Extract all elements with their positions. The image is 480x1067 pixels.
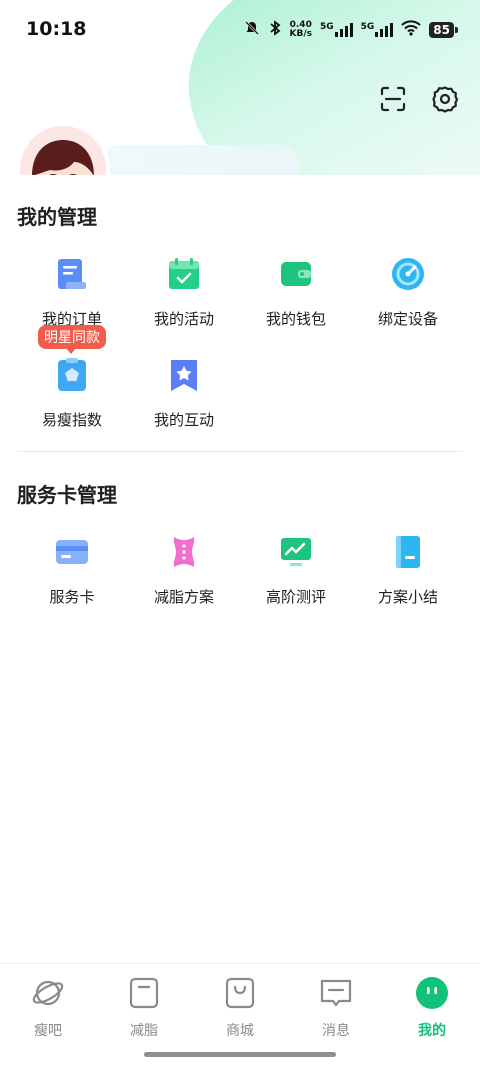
tab-label: 我的 <box>418 1023 446 1039</box>
grid-item-service-card[interactable]: 服务卡 <box>16 532 128 622</box>
home-indicator[interactable] <box>144 1052 336 1057</box>
tab-label: 消息 <box>322 1023 350 1039</box>
grid-item-label: 易瘦指数 <box>41 411 102 429</box>
grid-item-label: 绑定设备 <box>377 310 438 328</box>
status-time: 10:18 <box>26 18 87 40</box>
square-icon <box>127 976 161 1014</box>
wifi-icon <box>401 20 421 40</box>
grid-item-plan-summary[interactable]: 方案小结 <box>352 532 464 622</box>
signal-bars-icon <box>334 23 353 37</box>
section-divider <box>17 451 463 452</box>
grid-item-slim-index[interactable]: 易瘦指数 <box>16 355 128 445</box>
grid-item-label: 服务卡 <box>49 588 95 606</box>
device-bind-icon <box>388 254 428 294</box>
signal-2-label: 5G <box>360 22 375 32</box>
notebook-icon <box>388 532 428 572</box>
status-icons: 0.40 KB/s 5G 5G 85 <box>244 20 458 40</box>
signal-1-label: 5G <box>319 22 334 32</box>
grid-item-my-wallet[interactable]: 我的钱包 <box>240 254 352 344</box>
wallet-icon <box>276 254 316 294</box>
grid-item-label: 我的活动 <box>153 310 214 328</box>
grid-item-label: 减脂方案 <box>153 588 214 606</box>
face-icon <box>415 976 449 1014</box>
signal-1: 5G <box>320 23 353 37</box>
grid-item-my-activities[interactable]: 我的活动 <box>128 254 240 344</box>
tab-fat-loss[interactable]: 减脂 <box>96 976 192 1040</box>
tab-slim-bar[interactable]: 瘦吧 <box>0 976 96 1040</box>
tab-mine[interactable]: 我的 <box>384 976 480 1040</box>
content-sheet: 我的管理 我的订单 我的活动 我的钱包 绑定设备 明星同款 易瘦指数 我的互动 … <box>0 175 480 965</box>
order-icon <box>52 254 92 294</box>
tab-messages[interactable]: 消息 <box>288 976 384 1040</box>
star-bookmark-icon <box>164 355 204 395</box>
grid-item-fat-loss-plan[interactable]: 减脂方案 <box>128 532 240 622</box>
signal-2: 5G <box>361 23 394 37</box>
grid-item-label: 高阶测评 <box>265 588 326 606</box>
grid-item-my-interactions[interactable]: 我的互动 <box>128 355 240 445</box>
grid-item-label: 方案小结 <box>377 588 438 606</box>
bag-icon <box>223 976 257 1014</box>
grid-item-label: 我的钱包 <box>265 310 326 328</box>
message-icon <box>319 976 353 1014</box>
tab-label: 减脂 <box>130 1023 158 1039</box>
signal-bars-icon <box>375 23 394 37</box>
header-decoration-bar <box>100 145 300 175</box>
tab-label: 瘦吧 <box>34 1023 62 1039</box>
grid-item-advanced-assessment[interactable]: 高阶测评 <box>240 532 352 622</box>
net-speed-unit: KB/s <box>289 29 312 39</box>
grid-item-bind-device[interactable]: 绑定设备 <box>352 254 464 344</box>
service-cards-title: 服务卡管理 <box>17 483 117 507</box>
header-actions <box>378 84 460 114</box>
management-title: 我的管理 <box>17 205 97 229</box>
corset-icon <box>164 532 204 572</box>
bluetooth-icon <box>268 20 282 40</box>
scan-icon[interactable] <box>378 84 408 114</box>
planet-icon <box>31 976 65 1014</box>
clipboard-pentagon-icon <box>52 355 92 395</box>
tab-label: 商城 <box>226 1023 254 1039</box>
card-icon <box>52 532 92 572</box>
mute-bell-icon <box>244 20 260 40</box>
promo-badge: 明星同款 <box>38 325 106 354</box>
chart-monitor-icon <box>276 532 316 572</box>
tab-mall[interactable]: 商城 <box>192 976 288 1040</box>
battery-indicator: 85 <box>429 22 458 38</box>
status-bar: 10:18 0.40 KB/s 5G 5G 85 <box>0 0 480 60</box>
grid-item-label: 我的互动 <box>153 411 214 429</box>
net-speed: 0.40 KB/s <box>290 21 312 39</box>
calendar-check-icon <box>164 254 204 294</box>
gear-icon[interactable] <box>430 84 460 114</box>
